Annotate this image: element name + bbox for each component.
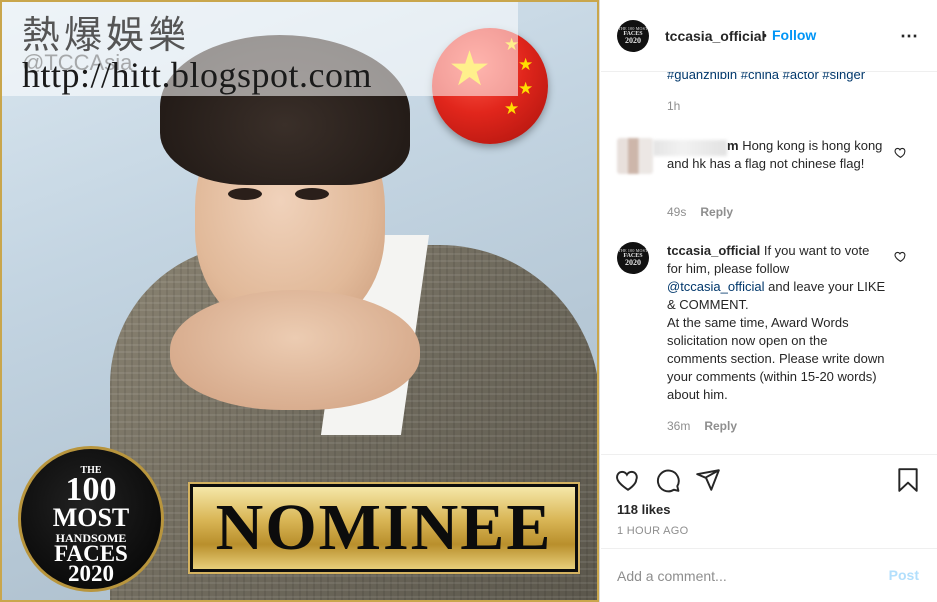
comment-meta: 49s Reply xyxy=(667,205,733,219)
flag-small-star: ★ xyxy=(504,99,520,118)
comment-body: Hong kong is hong kong and hk has a flag… xyxy=(667,138,883,171)
heart-icon[interactable] xyxy=(894,250,907,263)
bookmark-icon[interactable] xyxy=(895,467,921,493)
heart-icon[interactable] xyxy=(615,467,641,493)
post-sidebar: THE 100 MOST FACES 2020 tccasia_official… xyxy=(601,0,937,602)
handsome-faces-badge: THE 100 MOST HANDSOME FACES 2020 xyxy=(18,446,164,592)
comments-list[interactable]: #guanzhibin #china #actor #singer 1h m H… xyxy=(601,72,937,454)
badge-line: MOST xyxy=(52,503,130,532)
mention-link[interactable]: @tccasia_official xyxy=(667,279,765,294)
comment-time[interactable]: 36m xyxy=(667,419,690,433)
more-options-icon[interactable]: ⋯ xyxy=(900,26,919,47)
share-icon[interactable] xyxy=(695,467,721,493)
comment-username[interactable]: tccasia_official xyxy=(667,243,760,258)
flag-small-star: ★ xyxy=(518,55,534,74)
avatar[interactable]: THE 100 MOST FACES 2020 xyxy=(617,20,649,52)
post-image[interactable]: ★ ★ ★ ★ ★ 熱爆娛樂 @TCCAsia http://hitt.blog… xyxy=(0,0,600,602)
person-eye-left xyxy=(228,188,262,200)
flag-small-star: ★ xyxy=(518,79,534,98)
avatar-text: 2020 xyxy=(625,36,641,45)
username-link[interactable]: tccasia_official xyxy=(665,28,765,44)
add-comment-bar: Post xyxy=(601,548,937,602)
comment-text: m Hong kong is hong kong and hk has a fl… xyxy=(667,137,887,173)
comment-text: tccasia_official If you want to vote for… xyxy=(667,242,887,404)
avatar[interactable] xyxy=(617,138,653,174)
caption-hashtags[interactable]: #guanzhibin #china #actor #singer xyxy=(667,72,865,82)
comment-meta: 36m Reply xyxy=(667,419,737,433)
comment-input[interactable] xyxy=(617,566,877,586)
watermark-url: http://hitt.blogspot.com xyxy=(22,55,373,95)
likes-count[interactable]: 118 likes xyxy=(617,502,671,517)
comment-body: At the same time, Award Words solicitati… xyxy=(667,315,885,402)
reply-button[interactable]: Reply xyxy=(700,205,733,219)
post-button[interactable]: Post xyxy=(889,567,919,583)
reply-button[interactable]: Reply xyxy=(704,419,737,433)
comment-time[interactable]: 49s xyxy=(667,205,686,219)
avatar[interactable]: THE 100 MOST FACES 2020 xyxy=(617,242,649,274)
caption-time[interactable]: 1h xyxy=(667,99,680,113)
separator-dot: • xyxy=(762,27,767,43)
comment-username-fragment[interactable]: m xyxy=(727,138,739,153)
person-clasped-hands xyxy=(170,290,420,410)
person-eye-right xyxy=(295,188,329,200)
avatar-text: 2020 xyxy=(625,258,641,267)
follow-button[interactable]: Follow xyxy=(772,27,816,43)
post-actions: 118 likes 1 HOUR AGO xyxy=(601,454,937,558)
badge-line: 2020 xyxy=(68,561,114,586)
post-timestamp[interactable]: 1 HOUR AGO xyxy=(617,525,688,537)
comment-icon[interactable] xyxy=(655,467,681,493)
heart-icon[interactable] xyxy=(894,146,907,159)
nominee-banner: NOMINEE xyxy=(188,482,580,574)
post-header: THE 100 MOST FACES 2020 tccasia_official… xyxy=(601,0,937,72)
